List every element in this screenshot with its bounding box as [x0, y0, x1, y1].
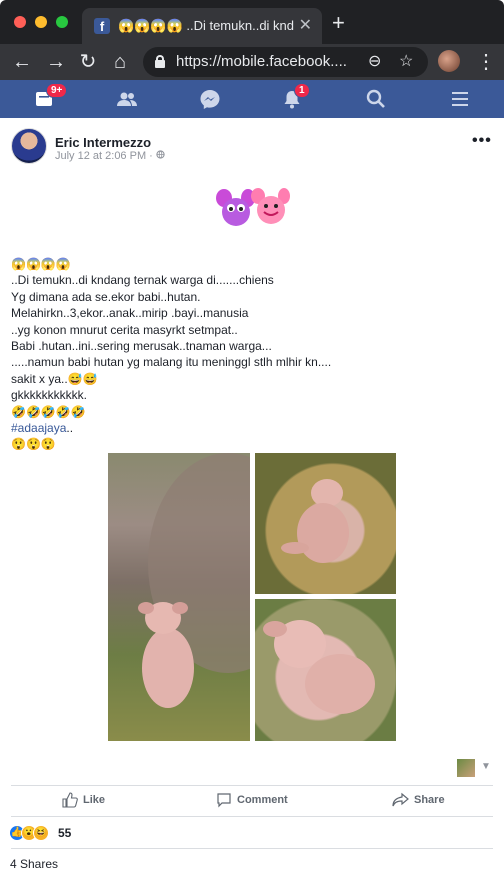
- divider: [11, 816, 493, 817]
- like-button[interactable]: Like: [62, 792, 105, 812]
- profile-avatar[interactable]: [438, 50, 460, 72]
- post-line: .....namun babi hutan yg malang itu meni…: [11, 355, 332, 370]
- post-timestamp[interactable]: July 12 at 2:06 PM ·: [55, 150, 165, 162]
- author-avatar[interactable]: [11, 128, 47, 164]
- shares-count[interactable]: 4 Shares: [10, 857, 58, 871]
- post-text: 😱😱😱😱 ..Di temukn..di kndang ternak warga…: [11, 256, 491, 453]
- browser-window: f 😱😱😱😱 ..Di temukn..di kndang ✕ + ← → ↻ …: [0, 0, 504, 877]
- author-name[interactable]: Eric Intermezzo: [55, 135, 151, 150]
- post: Eric Intermezzo July 12 at 2:06 PM · •••…: [0, 118, 504, 877]
- close-window-button[interactable]: [14, 16, 26, 28]
- post-line: sakit x ya..😅😅: [11, 371, 98, 386]
- search-icon[interactable]: [366, 89, 388, 109]
- comment-button[interactable]: Comment: [216, 792, 288, 812]
- browser-toolbar: ← → ↻ ⌂ https://mobile.facebook.... ⊖ ☆ …: [0, 44, 504, 80]
- hashtag-suffix: ..: [66, 421, 74, 436]
- hamburger-menu-icon[interactable]: [450, 89, 472, 109]
- star-icon[interactable]: ☆: [399, 51, 413, 71]
- share-icon: [392, 792, 409, 807]
- new-tab-icon[interactable]: +: [332, 10, 345, 36]
- post-photo[interactable]: [255, 453, 396, 594]
- animal-sticker-icon: [216, 188, 290, 226]
- like-label: Like: [83, 793, 106, 806]
- post-line: gkkkkkkkkkkk.: [11, 388, 88, 403]
- bell-icon[interactable]: 1: [282, 83, 310, 109]
- url-text: https://mobile.facebook....: [176, 53, 347, 70]
- thumbs-up-icon: [62, 792, 78, 808]
- post-photo[interactable]: [255, 599, 396, 741]
- facebook-nav-bar: 9+ 1: [0, 80, 504, 118]
- comment-label: Comment: [237, 793, 288, 806]
- messenger-icon[interactable]: [199, 89, 221, 109]
- post-line: 🤣🤣🤣🤣🤣: [11, 404, 86, 419]
- comment-icon: [217, 793, 231, 808]
- globe-icon: [156, 150, 165, 159]
- facebook-favicon-icon: f: [94, 18, 110, 34]
- hashtag-link[interactable]: #adaajaya: [11, 421, 66, 435]
- friends-icon[interactable]: [116, 89, 138, 109]
- share-button[interactable]: Share: [392, 792, 445, 812]
- back-icon[interactable]: ←: [8, 48, 36, 76]
- reload-icon[interactable]: ↻: [74, 48, 102, 76]
- maximize-window-button[interactable]: [56, 16, 68, 28]
- post-line: 😱😱😱😱: [11, 257, 71, 271]
- post-line: Babi .hutan..ini..sering merusak..tnaman…: [11, 339, 272, 354]
- post-line: 😲😲😲: [11, 437, 56, 452]
- minimize-window-button[interactable]: [35, 16, 47, 28]
- chevron-down-icon[interactable]: ▼: [481, 761, 491, 772]
- home-icon[interactable]: ⌂: [106, 48, 134, 76]
- zoom-icon[interactable]: ⊖: [368, 51, 381, 71]
- commenter-thumbnail[interactable]: [457, 759, 475, 777]
- lock-icon: [155, 55, 165, 68]
- post-photo[interactable]: [108, 453, 250, 741]
- reaction-count: 55: [58, 826, 72, 840]
- browser-tab[interactable]: f 😱😱😱😱 ..Di temukn..di kndang ✕: [82, 8, 322, 44]
- post-line: ..Di temukn..di kndang ternak warga di..…: [11, 273, 274, 288]
- divider: [11, 848, 493, 849]
- forward-icon[interactable]: →: [42, 48, 70, 76]
- post-line: ..yg konon mnurut cerita masyrkt setmpat…: [11, 322, 238, 337]
- tab-strip: f 😱😱😱😱 ..Di temukn..di kndang ✕ +: [0, 0, 504, 44]
- feed-badge: 9+: [46, 83, 68, 98]
- post-line: Melahirkn..3,ekor..anak..mirip .bayi..ma…: [11, 306, 249, 321]
- address-bar[interactable]: https://mobile.facebook.... ⊖ ☆: [143, 47, 428, 77]
- notifications-badge: 1: [294, 83, 310, 98]
- hashtag-line: #adaajaya..: [11, 420, 491, 436]
- haha-reaction-icon: 😆: [33, 825, 49, 841]
- share-label: Share: [414, 793, 445, 806]
- divider: [11, 785, 493, 786]
- news-feed-icon[interactable]: 9+: [34, 83, 68, 109]
- timestamp-text: July 12 at 2:06 PM ·: [55, 150, 156, 162]
- post-line: Yg dimana ada se.ekor babi..hutan.: [11, 289, 201, 304]
- tab-title: 😱😱😱😱 ..Di temukn..di kndang: [118, 18, 294, 33]
- more-options-icon[interactable]: •••: [472, 132, 492, 150]
- menu-icon[interactable]: ⋮: [476, 48, 496, 76]
- close-icon[interactable]: ✕: [299, 15, 312, 35]
